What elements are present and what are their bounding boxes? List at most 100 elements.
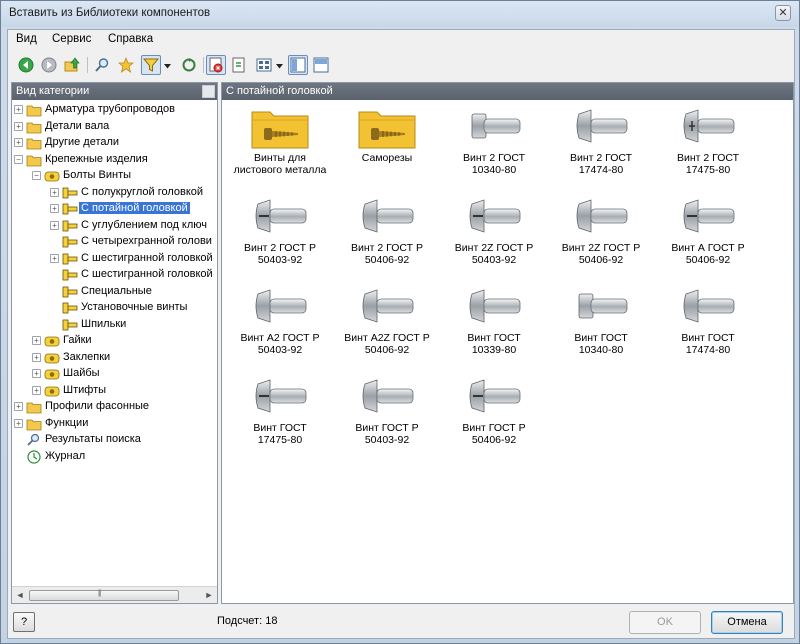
component-item[interactable]: Винт ГОСТ 10340-80	[547, 282, 655, 370]
menu-view[interactable]: Вид	[16, 33, 37, 45]
tree-expander[interactable]: +	[14, 138, 23, 147]
update-icon[interactable]	[229, 55, 249, 75]
component-caption-line1: Винт 2Z ГОСТ Р	[561, 242, 641, 254]
tree-node[interactable]: + Шайбы	[32, 366, 214, 382]
part-category-icon	[44, 367, 60, 381]
tree-node[interactable]: С шестигранной головкой	[50, 267, 214, 283]
tree-expander[interactable]: +	[14, 418, 23, 428]
tree-expander[interactable]: +	[50, 204, 59, 213]
tree-node[interactable]: Установочные винты	[50, 300, 214, 316]
scroll-left-arrow[interactable]: ◄	[13, 589, 27, 601]
tree-node[interactable]: + Функции	[14, 416, 214, 432]
tree-expander[interactable]: +	[50, 220, 59, 230]
tree-expander[interactable]: +	[14, 402, 23, 411]
refresh-icon[interactable]	[179, 55, 199, 75]
tree-node[interactable]: + Другие детали	[14, 135, 214, 151]
menu-bar: Вид Сервис Справка	[8, 30, 794, 50]
tree-node[interactable]: + Заклепки	[32, 350, 214, 366]
tree-node[interactable]: Результаты поиска	[14, 432, 214, 448]
filter-icon[interactable]	[141, 55, 161, 75]
tree-node[interactable]: + Гайки	[32, 333, 214, 349]
tree-node[interactable]: + Детали вала	[14, 119, 214, 135]
help-button[interactable]: ?	[13, 612, 35, 632]
tree-node[interactable]: + С полукруглой головкой	[50, 185, 214, 201]
component-item[interactable]: Винт ГОСТ Р 50406-92	[440, 372, 548, 460]
tree-expander[interactable]: +	[32, 385, 41, 395]
tree-expander[interactable]: −	[14, 154, 23, 164]
tree-expander[interactable]: +	[32, 369, 41, 378]
tree-node[interactable]: С четырехгранной голови	[50, 234, 214, 250]
component-item[interactable]: Винт А2Z ГОСТ Р 50406-92	[333, 282, 441, 370]
component-caption: Винт А ГОСТ Р 50406-92	[654, 242, 762, 266]
folder-icon	[250, 106, 310, 150]
tree-node[interactable]: Журнал	[14, 449, 214, 465]
component-item[interactable]: Винт ГОСТ 17474-80	[654, 282, 762, 370]
tree-node[interactable]: + С углублением под ключ	[50, 218, 214, 234]
up-folder-icon[interactable]	[62, 55, 82, 75]
component-item[interactable]: Винт 2 ГОСТ 17474-80	[547, 102, 655, 190]
tree-horizontal-scrollbar[interactable]: ◄ ||| ►	[12, 586, 217, 603]
tree-node[interactable]: + Штифты	[32, 383, 214, 399]
component-item[interactable]: Винт 2 ГОСТ Р 50403-92	[226, 192, 334, 280]
component-item[interactable]: Винт 2Z ГОСТ Р 50406-92	[547, 192, 655, 280]
toolbar-separator	[203, 57, 204, 73]
back-icon[interactable]	[16, 55, 36, 75]
tree-node[interactable]: − Крепежные изделия	[14, 152, 214, 168]
close-button[interactable]: ✕	[775, 5, 791, 21]
tree-node[interactable]: + Профили фасонные	[14, 399, 214, 415]
ok-button[interactable]: OK	[629, 611, 701, 634]
component-item[interactable]: Винт ГОСТ 17475-80	[226, 372, 334, 460]
split-view-icon[interactable]	[288, 55, 308, 75]
view-dropdown-arrow-icon[interactable]	[276, 61, 283, 69]
component-caption-line2: 50403-92	[257, 344, 303, 356]
favorites-star-icon[interactable]	[116, 55, 136, 75]
tree-node[interactable]: + Арматура трубопроводов	[14, 102, 214, 118]
screw-icon	[250, 196, 310, 240]
components-panel: С потайной головкой Винты для листового м…	[221, 82, 794, 604]
component-item[interactable]: Винт 2 ГОСТ 17475-80	[654, 102, 762, 190]
component-item[interactable]: Винт 2Z ГОСТ Р 50403-92	[440, 192, 548, 280]
component-caption-line2: 50403-92	[471, 254, 517, 266]
bolt-icon	[62, 235, 78, 249]
dialog-window: Вставить из Библиотеки компонентов ✕ Вид…	[0, 0, 800, 644]
scroll-right-arrow[interactable]: ►	[202, 589, 216, 601]
tree-expander[interactable]: −	[32, 171, 41, 180]
bolt-icon	[62, 252, 78, 266]
forward-icon[interactable]	[39, 55, 59, 75]
tree-node-label: Шпильки	[81, 317, 127, 330]
tree-expander[interactable]: +	[14, 105, 23, 114]
tree-node[interactable]: Специальные	[50, 284, 214, 300]
tree-node[interactable]: − Болты Винты	[32, 168, 214, 184]
bolt-icon	[62, 301, 78, 315]
settings-icon[interactable]	[206, 55, 226, 75]
cancel-button[interactable]: Отмена	[711, 611, 783, 634]
tree-node[interactable]: + С шестигранной головкой	[50, 251, 214, 267]
tree-expander[interactable]: +	[14, 121, 23, 131]
component-item[interactable]: Винт 2 ГОСТ 10340-80	[440, 102, 548, 190]
tree-expander[interactable]: +	[32, 336, 41, 345]
component-item[interactable]: Винт А2 ГОСТ Р 50403-92	[226, 282, 334, 370]
component-item[interactable]: Винт А ГОСТ Р 50406-92	[654, 192, 762, 280]
component-caption: Винт ГОСТ 17475-80	[226, 422, 334, 446]
component-item[interactable]: Винт ГОСТ 10339-80	[440, 282, 548, 370]
bolt-icon	[62, 268, 78, 282]
tree-expander[interactable]: +	[32, 352, 41, 362]
tree-node[interactable]: + С потайной головкой	[50, 201, 214, 217]
filter-dropdown-arrow-icon[interactable]	[164, 61, 171, 69]
folder-icon	[26, 120, 42, 134]
view-mode-icon[interactable]	[254, 55, 274, 75]
tree-node-label: Шайбы	[63, 367, 100, 379]
menu-service[interactable]: Сервис	[52, 33, 91, 45]
component-folder[interactable]: Саморезы	[333, 102, 441, 190]
tree-node[interactable]: Шпильки	[50, 317, 214, 333]
component-item[interactable]: Винт ГОСТ Р 50403-92	[333, 372, 441, 460]
component-item[interactable]: Винт 2 ГОСТ Р 50406-92	[333, 192, 441, 280]
component-folder[interactable]: Винты для листового металла	[226, 102, 334, 190]
list-view-icon[interactable]	[311, 55, 331, 75]
tree-expander[interactable]: +	[50, 187, 59, 197]
scroll-thumb[interactable]	[29, 590, 179, 601]
search-icon[interactable]	[92, 55, 112, 75]
tree-expander[interactable]: +	[50, 253, 59, 263]
panel-close-button[interactable]	[202, 85, 215, 98]
menu-help[interactable]: Справка	[108, 33, 153, 45]
